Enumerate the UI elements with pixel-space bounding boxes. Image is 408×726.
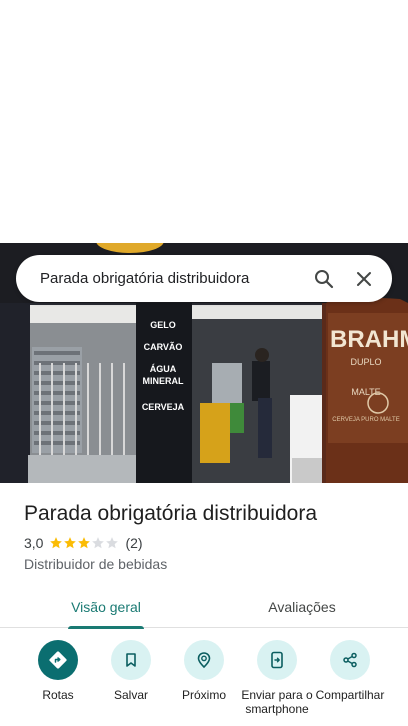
search-query-text[interactable]: Parada obrigatória distribuidora (40, 270, 304, 287)
bottle-brand: BRAHM (330, 326, 408, 353)
star-filled-icon (64, 537, 77, 549)
sign-text-ice: GELO (150, 320, 176, 330)
directions-icon (38, 640, 78, 680)
sign-text-water: ÁGUA (150, 364, 177, 374)
sign-text-mineral: MINERAL (143, 376, 184, 386)
directions-button[interactable]: Rotas (20, 640, 96, 702)
search-bar[interactable]: Parada obrigatória distribuidora (16, 255, 392, 302)
bookmark-icon (111, 640, 151, 680)
tab-overview-label: Visão geral (71, 599, 141, 615)
share-label: Compartilhar (315, 688, 385, 702)
directions-label: Rotas (42, 688, 74, 702)
save-label: Salvar (113, 688, 148, 702)
place-category[interactable]: Distribuidor de bebidas (24, 556, 394, 572)
sign-text-beer: CERVEJA (142, 402, 185, 412)
rating-stars (49, 536, 119, 550)
share-button[interactable]: Compartilhar (312, 640, 388, 702)
send-to-phone-label: Enviar para o smartphone (241, 688, 313, 716)
tab-reviews-label: Avaliações (268, 599, 336, 615)
rating-row[interactable]: 3,0 (2) (24, 534, 394, 552)
nearby-icon (184, 640, 224, 680)
save-button[interactable]: Salvar (93, 640, 169, 702)
place-info: Parada obrigatória distribuidora 3,0 (2)… (24, 500, 394, 572)
star-empty-icon (92, 537, 105, 549)
star-empty-icon (106, 537, 119, 549)
active-tab-indicator (68, 626, 144, 629)
bottle-bottom: CERVEJA PURO MALTE (332, 417, 399, 423)
send-to-phone-icon (257, 640, 297, 680)
tab-reviews[interactable]: Avaliações (232, 586, 372, 628)
tab-overview[interactable]: Visão geral (36, 586, 176, 629)
blank-area (0, 0, 408, 243)
bottle-sub-1: DUPLO (350, 357, 381, 367)
review-count: (2) (125, 535, 143, 551)
rating-value: 3,0 (24, 535, 44, 551)
search-icon[interactable] (304, 259, 344, 299)
nearby-button[interactable]: Próximo (166, 640, 242, 702)
sign-text-charcoal: CARVÃO (144, 342, 183, 352)
place-title: Parada obrigatória distribuidora (24, 502, 318, 525)
star-filled-icon (78, 537, 91, 549)
close-icon[interactable] (344, 259, 384, 299)
bottle-sub-2: MALTE (351, 387, 380, 397)
nearby-label: Próximo (181, 688, 226, 702)
send-to-phone-button[interactable]: Enviar para o smartphone (239, 640, 315, 716)
tab-bar: Visão geral Avaliações (0, 586, 408, 629)
share-icon (330, 640, 370, 680)
star-filled-icon (50, 537, 63, 549)
action-bar: Rotas Salvar Próximo Enviar para o smart… (0, 640, 408, 726)
